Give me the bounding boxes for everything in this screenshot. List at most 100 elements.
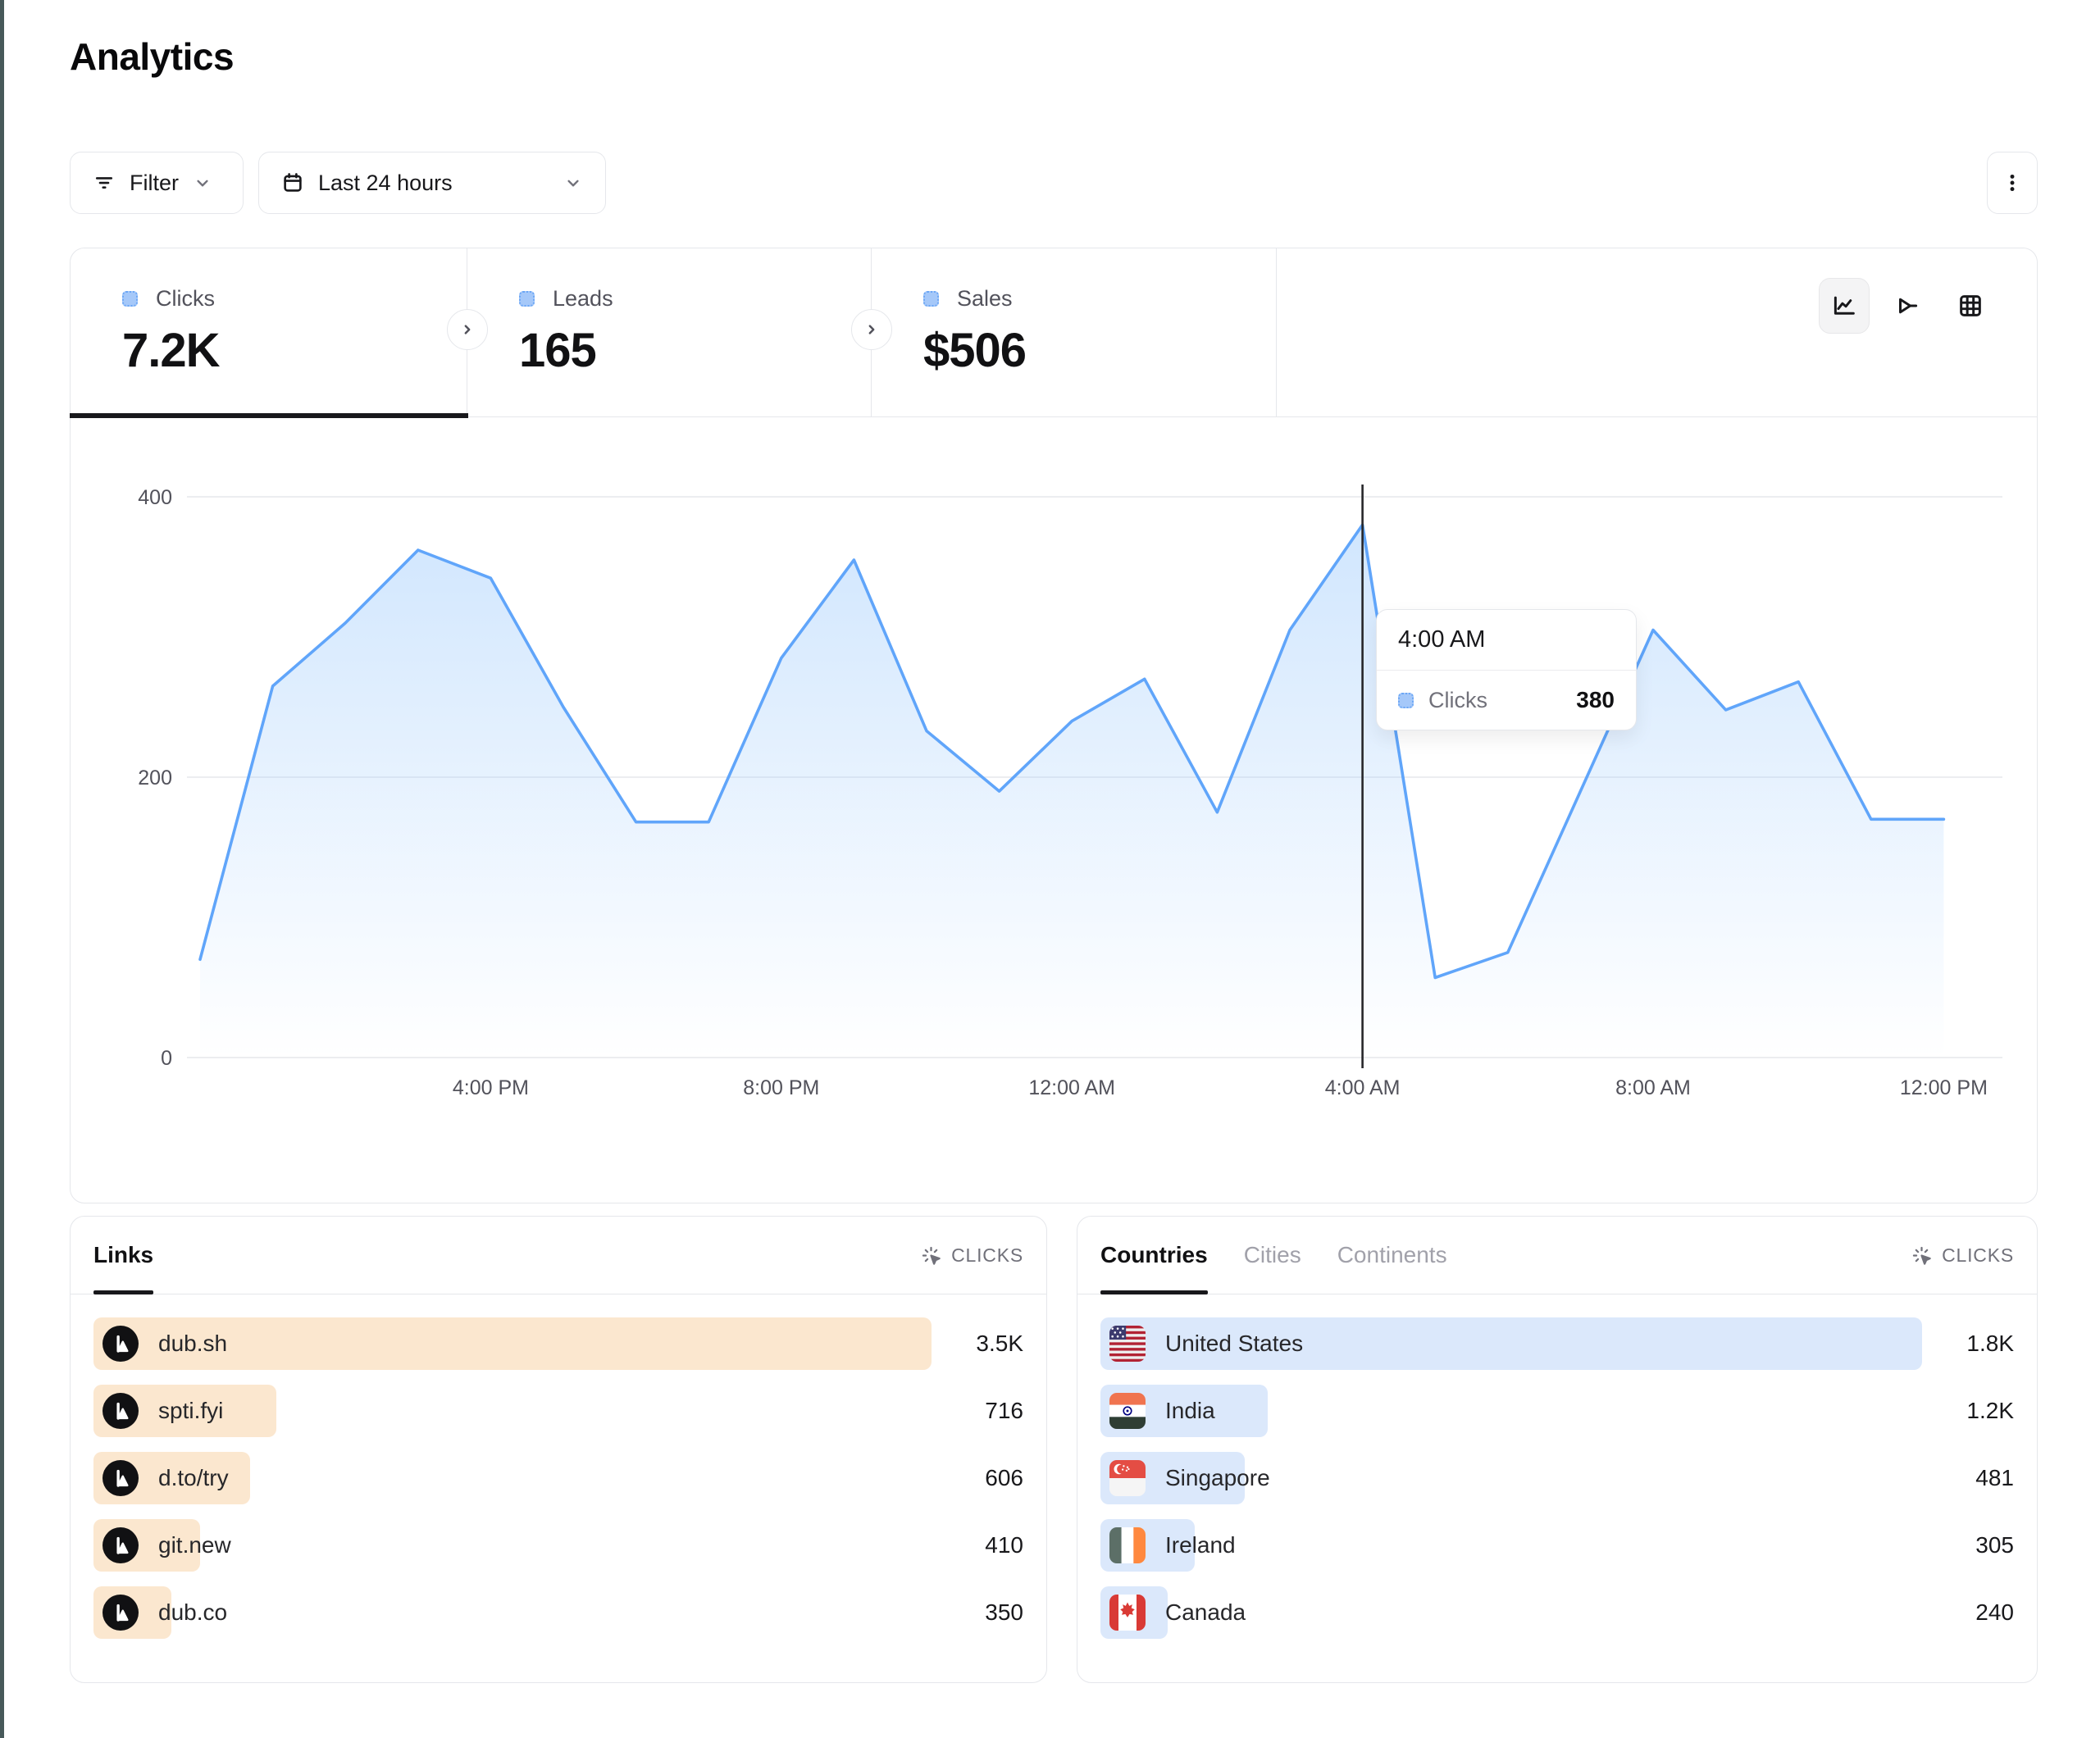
list-item-value: 1.8K <box>1922 1331 2014 1357</box>
clicks-legend-swatch <box>122 291 138 307</box>
stat-label: Clicks <box>156 286 215 312</box>
list-item-value: 305 <box>1922 1532 2014 1558</box>
list-item[interactable]: spti.fyi 716 <box>93 1385 1023 1437</box>
stat-value: 165 <box>519 323 871 378</box>
list-item[interactable]: d.to/try 606 <box>93 1452 1023 1504</box>
x-axis-tick-label: 8:00 PM <box>743 1076 819 1099</box>
in-flag-icon <box>1109 1393 1146 1429</box>
funnel-view-button[interactable] <box>1882 278 1933 334</box>
table-view-button[interactable] <box>1945 278 1996 334</box>
x-axis-tick-label: 12:00 AM <box>1028 1076 1115 1099</box>
list-item[interactable]: git.new 410 <box>93 1519 1023 1572</box>
list-item[interactable]: India 1.2K <box>1100 1385 2014 1437</box>
tab-continents[interactable]: Continents <box>1337 1217 1447 1294</box>
tab-label: Continents <box>1337 1242 1447 1268</box>
list-item[interactable]: dub.co 350 <box>93 1586 1023 1639</box>
tab-cities[interactable]: Cities <box>1244 1217 1301 1294</box>
stat-value: 7.2K <box>122 323 467 378</box>
sales-legend-swatch <box>923 291 939 307</box>
list-item-value: 3.5K <box>932 1331 1023 1357</box>
list-item-value: 410 <box>932 1532 1023 1558</box>
metric-label: CLICKS <box>1942 1244 2014 1267</box>
line-chart-view-button[interactable] <box>1819 278 1870 334</box>
area-fill <box>200 525 1943 1058</box>
list-item[interactable]: Singapore 481 <box>1100 1452 2014 1504</box>
y-axis-tick-label: 400 <box>138 486 172 509</box>
x-axis-tick-label: 4:00 AM <box>1325 1076 1401 1099</box>
active-tab-underline <box>70 413 468 418</box>
list-item-label: dub.co <box>158 1599 227 1626</box>
cursor-click-icon <box>920 1244 942 1267</box>
cursor-click-icon <box>1911 1244 1933 1267</box>
expand-clicks-chevron-button[interactable] <box>447 309 488 350</box>
tooltip-value: 380 <box>1576 687 1615 713</box>
x-axis-tick-label: 12:00 PM <box>1900 1076 1988 1099</box>
list-item-label: dub.sh <box>158 1331 227 1357</box>
tab-label: Cities <box>1244 1242 1301 1268</box>
list-item-value: 606 <box>932 1465 1023 1491</box>
x-axis-tick-label: 4:00 PM <box>453 1076 529 1099</box>
list-item-value: 240 <box>1922 1599 2014 1626</box>
links-list: dub.sh 3.5K spti.fyi 716 d.to/try 606 gi… <box>71 1294 1046 1639</box>
links-panel: Links CLICKS dub.sh 3.5K spti.fyi 716 d.… <box>70 1216 1047 1683</box>
chevron-right-icon <box>457 319 478 340</box>
filter-button[interactable]: Filter <box>70 152 244 214</box>
dub-logo-icon <box>102 1393 139 1429</box>
dub-logo-icon <box>102 1595 139 1631</box>
calendar-icon <box>280 171 305 195</box>
chart-view-toggles <box>1819 278 1996 334</box>
expand-leads-chevron-button[interactable] <box>851 309 892 350</box>
links-panel-header: Links CLICKS <box>71 1217 1046 1294</box>
analytics-chart-card: 02004004:00 PM8:00 PM12:00 AM4:00 AM8:00… <box>70 248 2038 1203</box>
countries-metric[interactable]: CLICKS <box>1911 1217 2014 1294</box>
chart-tooltip: 4:00 AM Clicks 380 <box>1376 609 1637 730</box>
line-chart-icon <box>1830 292 1858 320</box>
stat-label: Sales <box>957 286 1013 312</box>
links-metric[interactable]: CLICKS <box>920 1217 1023 1294</box>
metric-label: CLICKS <box>951 1244 1023 1267</box>
x-axis-tick-label: 8:00 AM <box>1615 1076 1691 1099</box>
countries-panel: Countries Cities Continents CLICKS Unite… <box>1077 1216 2038 1683</box>
list-item-value: 481 <box>1922 1465 2014 1491</box>
tab-label: Links <box>93 1242 153 1268</box>
list-item-value: 1.2K <box>1922 1398 2014 1424</box>
tab-leads[interactable]: Leads 165 <box>467 248 872 416</box>
dub-logo-icon <box>102 1527 139 1563</box>
tab-countries[interactable]: Countries <box>1100 1217 1208 1294</box>
list-item[interactable]: Ireland 305 <box>1100 1519 2014 1572</box>
tooltip-series-label: Clicks <box>1428 688 1487 713</box>
more-options-button[interactable] <box>1987 152 2038 214</box>
list-item[interactable]: United States 1.8K <box>1100 1317 2014 1370</box>
chevron-down-icon <box>563 172 584 193</box>
page-title: Analytics <box>70 34 234 79</box>
tab-label: Countries <box>1100 1242 1208 1268</box>
sg-flag-icon <box>1109 1460 1146 1496</box>
stat-value: $506 <box>923 323 1276 378</box>
tab-links[interactable]: Links <box>93 1217 153 1294</box>
stats-tab-row: Clicks 7.2K Leads 165 Sales $506 <box>71 248 2037 417</box>
ie-flag-icon <box>1109 1527 1146 1563</box>
list-item[interactable]: Canada 240 <box>1100 1586 2014 1639</box>
tab-sales[interactable]: Sales $506 <box>872 248 1277 416</box>
list-item[interactable]: dub.sh 3.5K <box>93 1317 1023 1370</box>
funnel-chart-icon <box>1893 292 1921 320</box>
dub-logo-icon <box>102 1326 139 1362</box>
list-item-label: Canada <box>1165 1599 1246 1626</box>
countries-list: United States 1.8K India 1.2K Singapore … <box>1077 1294 2037 1639</box>
list-item-value: 350 <box>932 1599 1023 1626</box>
date-range-button[interactable]: Last 24 hours <box>258 152 606 214</box>
list-item-label: Singapore <box>1165 1465 1270 1491</box>
table-grid-icon <box>1957 292 1984 320</box>
leads-legend-swatch <box>519 291 535 307</box>
countries-panel-header: Countries Cities Continents CLICKS <box>1077 1217 2037 1294</box>
tab-clicks[interactable]: Clicks 7.2K <box>71 248 467 416</box>
list-item-label: git.new <box>158 1532 231 1558</box>
filter-icon <box>92 171 116 195</box>
us-flag-icon <box>1109 1326 1146 1362</box>
chevron-down-icon <box>192 172 213 193</box>
tooltip-time: 4:00 AM <box>1377 610 1636 671</box>
list-item-label: Ireland <box>1165 1532 1236 1558</box>
date-range-label: Last 24 hours <box>318 171 453 196</box>
kebab-menu-icon <box>2001 171 2024 194</box>
list-item-label: India <box>1165 1398 1215 1424</box>
